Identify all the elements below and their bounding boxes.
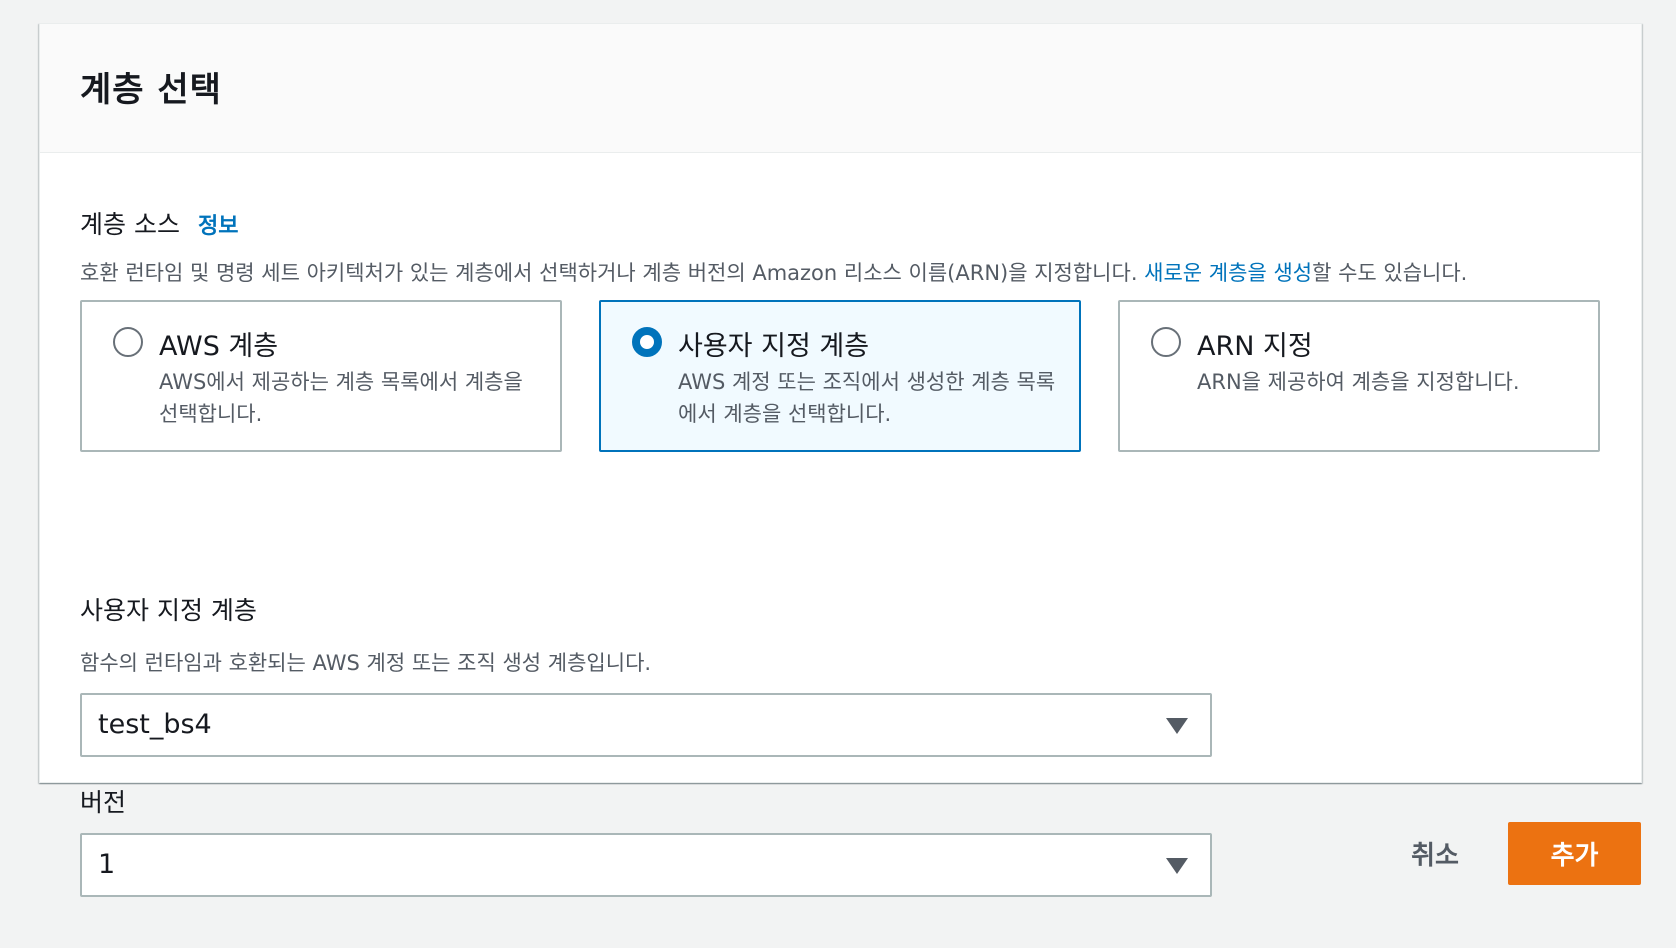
tile-aws-layers-title: AWS 계층 xyxy=(159,331,279,362)
tile-aws-layers-description: AWS에서 제공하는 계층 목록에서 계층을 선택합니다. xyxy=(159,370,523,426)
radio-aws-layers[interactable] xyxy=(113,327,143,357)
tile-custom-layers[interactable]: 사용자 지정 계층 AWS 계정 또는 조직에서 생성한 계층 목록에서 계층을… xyxy=(599,300,1081,452)
version-select-value: 1 xyxy=(98,849,116,880)
custom-layer-select[interactable]: test_bs4 xyxy=(80,693,1212,757)
cancel-button[interactable]: 취소 xyxy=(1380,822,1490,884)
custom-layer-description: 함수의 런타임과 호환되는 AWS 계정 또는 조직 생성 계층입니다. xyxy=(80,651,652,675)
tile-specify-arn-title: ARN 지정 xyxy=(1197,331,1313,362)
radio-custom-layers[interactable] xyxy=(632,327,662,357)
layer-source-options: AWS 계층 AWS에서 제공하는 계층 목록에서 계층을 선택합니다. 사용자… xyxy=(80,300,1600,452)
layer-source-description: 호환 런타임 및 명령 세트 아키텍처가 있는 계층에서 선택하거나 계층 버전… xyxy=(80,257,1467,287)
select-layer-panel: 계층 선택 계층 소스 정보 호환 런타임 및 명령 세트 아키텍처가 있는 계… xyxy=(39,23,1642,897)
add-button[interactable]: 추가 xyxy=(1508,822,1641,885)
radio-specify-arn[interactable] xyxy=(1151,327,1181,357)
tile-specify-arn[interactable]: ARN 지정 ARN을 제공하여 계층을 지정합니다. xyxy=(1118,300,1600,452)
version-label: 버전 xyxy=(80,788,127,817)
custom-layer-select-value: test_bs4 xyxy=(98,709,212,740)
panel-header: 계층 선택 xyxy=(40,24,1641,153)
custom-layer-label: 사용자 지정 계층 xyxy=(80,596,257,625)
layer-source-label-row: 계층 소스 정보 xyxy=(80,205,238,241)
caret-down-icon xyxy=(1166,718,1188,734)
layer-source-description-tail: 할 수도 있습니다. xyxy=(1312,261,1468,285)
tile-custom-layers-description: AWS 계정 또는 조직에서 생성한 계층 목록에서 계층을 선택합니다. xyxy=(678,370,1056,426)
panel-title: 계층 선택 xyxy=(80,70,222,110)
tile-aws-layers[interactable]: AWS 계층 AWS에서 제공하는 계층 목록에서 계층을 선택합니다. xyxy=(80,300,562,452)
version-select[interactable]: 1 xyxy=(80,833,1212,897)
tile-custom-layers-title: 사용자 지정 계층 xyxy=(678,331,870,362)
info-link[interactable]: 정보 xyxy=(198,208,238,240)
layer-source-description-text: 호환 런타임 및 명령 세트 아키텍처가 있는 계층에서 선택하거나 계층 버전… xyxy=(80,261,1145,285)
caret-down-icon xyxy=(1166,858,1188,874)
tile-specify-arn-description: ARN을 제공하여 계층을 지정합니다. xyxy=(1197,370,1520,394)
create-new-layer-link[interactable]: 새로운 계층을 생성 xyxy=(1144,261,1312,285)
layer-source-label: 계층 소스 xyxy=(80,210,180,239)
